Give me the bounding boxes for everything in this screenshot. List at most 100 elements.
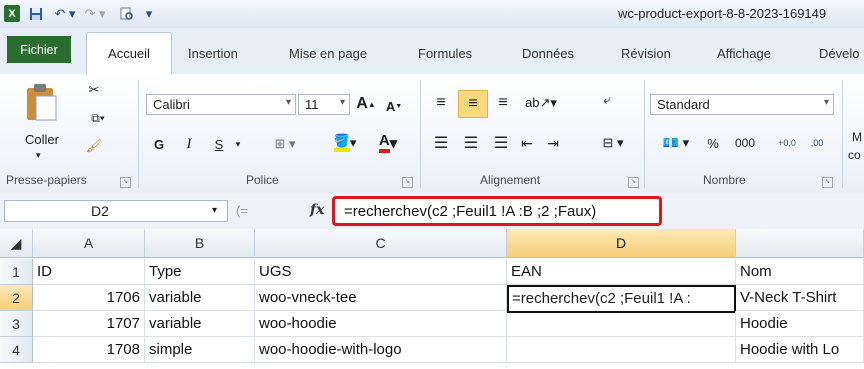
select-all-corner[interactable]: ◢ bbox=[0, 229, 33, 258]
borders-icon[interactable]: ⊞ ▾ bbox=[270, 134, 300, 154]
row-header-4[interactable]: 4 bbox=[0, 337, 33, 363]
alignment-launcher-icon[interactable]: ↘ bbox=[628, 177, 639, 188]
accounting-format-icon[interactable]: 💶 ▾ bbox=[654, 132, 698, 154]
tab-insertion[interactable]: Insertion bbox=[188, 46, 238, 61]
column-header-c[interactable]: C bbox=[255, 229, 507, 258]
row-header-2[interactable]: 2 bbox=[0, 285, 33, 311]
conditional-format-label-2[interactable]: co bbox=[848, 148, 861, 162]
font-launcher-icon[interactable]: ↘ bbox=[402, 177, 413, 188]
cell-e1[interactable]: Nom bbox=[736, 259, 864, 285]
increase-decimal-button[interactable]: +0,0 bbox=[774, 130, 800, 156]
tab-fichier[interactable]: Fichier bbox=[7, 36, 71, 63]
group-divider bbox=[842, 80, 843, 188]
format-painter-icon[interactable]: 🖌 bbox=[84, 136, 104, 156]
group-divider bbox=[138, 80, 139, 188]
cell-d4[interactable] bbox=[507, 337, 736, 363]
italic-button[interactable]: I bbox=[182, 134, 196, 154]
chevron-down-icon: ▾ bbox=[285, 97, 291, 108]
cell-e2[interactable]: V-Neck T-Shirt bbox=[736, 285, 864, 311]
bold-button[interactable]: G bbox=[152, 134, 166, 154]
font-color-icon[interactable]: A ▾ bbox=[370, 132, 406, 154]
conditional-format-label[interactable]: M bbox=[852, 130, 862, 144]
tab-formules[interactable]: Formules bbox=[418, 46, 472, 61]
paste-icon[interactable] bbox=[24, 82, 60, 125]
chevron-down-icon: ▾ bbox=[823, 97, 829, 108]
cell-a4[interactable]: 1708 bbox=[33, 337, 145, 363]
title-bar: X ↶ ▾ ↷ ▾ ▾ wc-product-export-8-8-2023-1… bbox=[0, 0, 864, 29]
font-size-value: 11 bbox=[305, 97, 319, 112]
column-header-a[interactable]: A bbox=[33, 229, 145, 258]
tab-developpeur[interactable]: Dévelo bbox=[819, 46, 859, 61]
print-preview-icon[interactable] bbox=[114, 5, 140, 22]
tab-donnees[interactable]: Données bbox=[522, 46, 574, 61]
number-group-label: Nombre bbox=[703, 173, 746, 187]
spreadsheet-grid: ◢ A B C D 1 2 3 4 ID Type UGS EAN Nom 17… bbox=[0, 229, 864, 369]
cell-b4[interactable]: simple bbox=[145, 337, 255, 363]
align-bottom-icon[interactable]: ≡ bbox=[492, 92, 514, 114]
tab-accueil[interactable]: Accueil bbox=[86, 32, 172, 75]
active-cell-d2[interactable]: =recherchev(c2 ;Feuil1 !A : bbox=[507, 285, 736, 313]
font-name-value: Calibri bbox=[153, 97, 190, 112]
percent-button[interactable]: % bbox=[704, 132, 722, 154]
column-header-e[interactable] bbox=[736, 229, 864, 258]
clipboard-launcher-icon[interactable]: ↘ bbox=[120, 177, 131, 188]
thousands-separator-button[interactable]: 000 bbox=[732, 132, 758, 154]
grow-font-icon[interactable]: A ▲ bbox=[356, 94, 376, 114]
chevron-down-icon: ▾ bbox=[211, 205, 217, 216]
chevron-down-icon[interactable]: ▾ bbox=[232, 134, 244, 154]
tab-mise-en-page[interactable]: Mise en page bbox=[289, 46, 367, 61]
cell-e4[interactable]: Hoodie with Lo bbox=[736, 337, 864, 363]
insert-function-icon[interactable]: fx bbox=[310, 202, 324, 218]
cell-e3[interactable]: Hoodie bbox=[736, 311, 864, 337]
orientation-icon[interactable]: ab↗▾ bbox=[525, 92, 557, 114]
name-box[interactable]: D2 ▾ bbox=[4, 200, 228, 222]
row-header-1[interactable]: 1 bbox=[0, 259, 33, 285]
save-icon[interactable] bbox=[28, 5, 44, 22]
row-header-3[interactable]: 3 bbox=[0, 311, 33, 337]
cell-a1[interactable]: ID bbox=[33, 259, 145, 285]
number-launcher-icon[interactable]: ↘ bbox=[822, 177, 833, 188]
number-format-select[interactable]: Standard ▾ bbox=[650, 94, 834, 115]
customize-qat-icon[interactable]: ▾ bbox=[142, 5, 156, 22]
formula-text: =recherchev(c2 ;Feuil1 !A :B ;2 ;Faux) bbox=[344, 203, 597, 220]
cut-icon[interactable]: ✂ bbox=[84, 80, 104, 100]
column-header-b[interactable]: B bbox=[145, 229, 255, 258]
cell-c4[interactable]: woo-hoodie-with-logo bbox=[255, 337, 507, 363]
wrap-text-icon[interactable]: ⤶ bbox=[596, 88, 618, 110]
tab-revision[interactable]: Révision bbox=[621, 46, 671, 61]
undo-icon[interactable]: ↶ ▾ bbox=[52, 5, 78, 22]
cell-c3[interactable]: woo-hoodie bbox=[255, 311, 507, 337]
column-header-d[interactable]: D bbox=[507, 229, 736, 258]
cell-b2[interactable]: variable bbox=[145, 285, 255, 311]
cell-b1[interactable]: Type bbox=[145, 259, 255, 285]
cell-a3[interactable]: 1707 bbox=[33, 311, 145, 337]
paste-dropdown-icon[interactable]: ▾ bbox=[36, 150, 41, 161]
align-middle-icon[interactable]: ≡ bbox=[458, 90, 488, 118]
cell-d1[interactable]: EAN bbox=[507, 259, 736, 285]
align-left-icon[interactable]: ☰ bbox=[430, 132, 452, 154]
clipboard-group-label: Presse-papiers bbox=[6, 173, 87, 187]
cell-c1[interactable]: UGS bbox=[255, 259, 507, 285]
underline-button[interactable]: S bbox=[212, 134, 226, 154]
font-size-select[interactable]: 11 ▾ bbox=[298, 94, 350, 115]
align-right-icon[interactable]: ☰ bbox=[490, 132, 512, 154]
decrease-decimal-button[interactable]: ,00 bbox=[804, 130, 830, 156]
copy-icon[interactable]: ⧉▾ bbox=[84, 108, 112, 128]
cell-c2[interactable]: woo-vneck-tee bbox=[255, 285, 507, 311]
formula-input[interactable]: =recherchev(c2 ;Feuil1 !A :B ;2 ;Faux) bbox=[332, 196, 662, 226]
tab-affichage[interactable]: Affichage bbox=[717, 46, 771, 61]
fill-color-icon[interactable]: 🪣 ▾ bbox=[328, 132, 362, 154]
formula-bar-resize-icon[interactable]: (= bbox=[236, 203, 248, 218]
paste-label[interactable]: Coller bbox=[25, 132, 59, 147]
redo-icon[interactable]: ↷ ▾ bbox=[82, 5, 108, 22]
align-center-icon[interactable]: ☰ bbox=[460, 132, 482, 154]
cell-d3[interactable] bbox=[507, 311, 736, 337]
font-name-select[interactable]: Calibri ▾ bbox=[146, 94, 296, 115]
decrease-indent-icon[interactable]: ⇤ bbox=[516, 132, 538, 154]
cell-a2[interactable]: 1706 bbox=[33, 285, 145, 311]
merge-center-icon[interactable]: ⊟ ▾ bbox=[596, 132, 630, 154]
increase-indent-icon[interactable]: ⇥ bbox=[542, 132, 564, 154]
cell-b3[interactable]: variable bbox=[145, 311, 255, 337]
align-top-icon[interactable]: ≡ bbox=[430, 92, 452, 114]
shrink-font-icon[interactable]: A ▼ bbox=[384, 96, 404, 116]
